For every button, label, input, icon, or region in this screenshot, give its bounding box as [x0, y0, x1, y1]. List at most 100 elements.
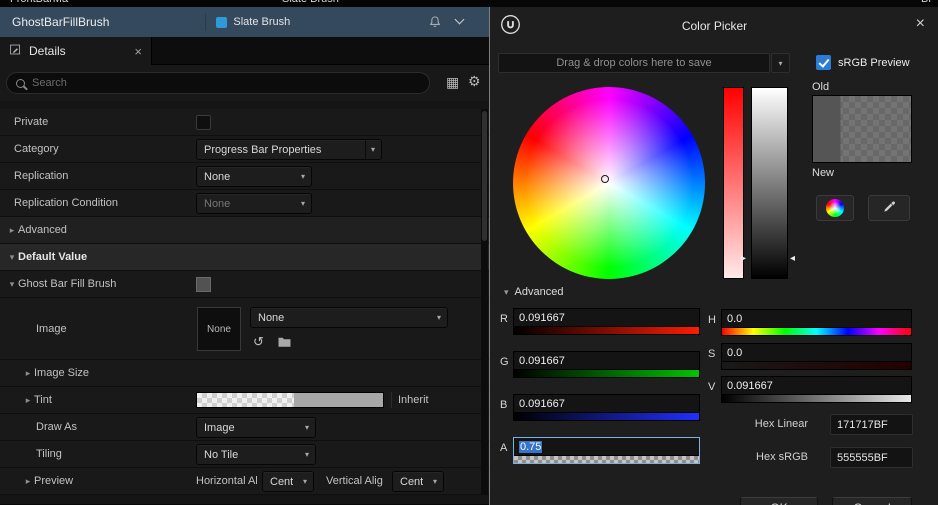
- chevron-down-icon[interactable]: ▾: [6, 279, 18, 290]
- channel-saturation-value: 0.0: [722, 344, 911, 362]
- channel-blue: B 0.091667: [500, 394, 700, 421]
- header-collapse-chevron-icon[interactable]: [454, 14, 465, 25]
- ok-button[interactable]: OK: [740, 497, 818, 505]
- ghost-bar-fill-brush-label: Ghost Bar Fill Brush: [18, 278, 117, 290]
- chevron-down-icon: ▾: [504, 286, 509, 297]
- unreal-editor-screenshot: FrontBarMa Slate Brush Br GhostBarFillBr…: [0, 0, 938, 505]
- search-box[interactable]: [6, 72, 430, 94]
- tint-label: Tint: [34, 394, 52, 406]
- value-gradient-strip[interactable]: [722, 395, 911, 402]
- close-tab-icon[interactable]: ×: [134, 44, 142, 59]
- row-default-value-section[interactable]: ▾ Default Value: [0, 244, 489, 271]
- saturation-gradient-strip[interactable]: [722, 362, 911, 369]
- hex-srgb-label: Hex sRGB: [756, 451, 808, 463]
- view-options-grid-icon[interactable]: ▦: [446, 74, 459, 91]
- green-gradient-strip[interactable]: [514, 370, 699, 377]
- drag-drop-colors-area[interactable]: Drag & drop colors here to save: [498, 53, 770, 73]
- channel-green-input[interactable]: 0.091667: [513, 351, 700, 378]
- saved-colors-chevron-button[interactable]: ▾: [771, 53, 790, 73]
- vertical-alignment-dropdown[interactable]: Cent ▾: [392, 471, 444, 492]
- red-gradient-strip[interactable]: [514, 327, 699, 334]
- vertical-scrollbar[interactable]: [481, 109, 488, 495]
- hex-linear-input[interactable]: 171717BF: [830, 414, 913, 435]
- cancel-button-label: Cancel: [853, 501, 890, 505]
- hue-gradient-strip[interactable]: [722, 328, 911, 335]
- channel-red-input[interactable]: 0.091667: [513, 308, 700, 335]
- category-dropdown[interactable]: Progress Bar Properties ▾: [196, 139, 382, 160]
- channel-saturation: S 0.0: [708, 343, 912, 370]
- channel-saturation-input[interactable]: 0.0: [721, 343, 912, 370]
- new-color-label: New: [812, 167, 835, 179]
- channel-alpha-input[interactable]: 0.75: [513, 437, 700, 464]
- value-slider-left-handle[interactable]: ▸: [741, 254, 746, 264]
- close-dialog-icon[interactable]: ×: [916, 15, 925, 33]
- channel-red-label: R: [500, 313, 508, 325]
- search-input[interactable]: [32, 77, 420, 89]
- object-type-label: Slate Brush: [233, 16, 291, 28]
- color-themes-button[interactable]: [816, 195, 854, 221]
- channel-green-value: 0.091667: [514, 352, 699, 370]
- cancel-button[interactable]: Cancel: [832, 497, 912, 505]
- chevron-down-icon: ▾: [302, 477, 307, 486]
- row-advanced-section[interactable]: ▸ Advanced: [0, 217, 489, 244]
- clipped-breadcrumb: FrontBarMa: [10, 0, 68, 5]
- alpha-gradient-strip[interactable]: [514, 456, 699, 463]
- chevron-right-icon[interactable]: ▸: [22, 368, 34, 379]
- brush-color-swatch[interactable]: [196, 277, 211, 292]
- inherit-label[interactable]: Inherit: [398, 394, 429, 406]
- property-list: Private Category Progress Bar Properties…: [0, 109, 489, 495]
- advanced-expander[interactable]: ▾ Advanced: [504, 286, 563, 298]
- image-asset-dropdown[interactable]: None ▾: [250, 307, 448, 328]
- header-divider: [205, 13, 207, 31]
- saturation-slider[interactable]: [723, 87, 744, 279]
- channel-green: G 0.091667: [500, 351, 700, 378]
- replication-dropdown[interactable]: None ▾: [196, 166, 312, 187]
- channel-red-value: 0.091667: [514, 309, 699, 327]
- draw-as-dropdown[interactable]: Image ▾: [196, 417, 316, 438]
- channel-blue-input[interactable]: 0.091667: [513, 394, 700, 421]
- dialog-title-bar[interactable]: Color Picker ×: [490, 7, 938, 45]
- chevron-right-icon[interactable]: ▸: [22, 395, 34, 406]
- vertical-alignment-value: Cent: [400, 475, 424, 488]
- srgb-preview-checkbox[interactable]: [816, 55, 831, 70]
- settings-gear-icon[interactable]: ⚙: [468, 73, 481, 90]
- image-thumbnail[interactable]: None: [197, 307, 241, 351]
- chevron-right-icon[interactable]: ▸: [22, 476, 34, 487]
- chevron-down-icon[interactable]: ▾: [6, 252, 18, 263]
- tab-details[interactable]: Details ×: [0, 37, 152, 65]
- channel-value-label: V: [708, 381, 716, 393]
- advanced-section-label: Advanced: [18, 224, 67, 236]
- value-slider-right-handle[interactable]: ◂: [790, 254, 795, 264]
- value-slider[interactable]: [751, 87, 788, 279]
- chevron-right-icon[interactable]: ▸: [6, 225, 18, 236]
- channel-value-value: 0.091667: [722, 377, 911, 395]
- old-color-swatch[interactable]: [812, 95, 912, 163]
- channel-alpha-value: 0.75: [519, 441, 543, 453]
- row-replication: Replication None ▾: [0, 163, 489, 190]
- color-wheel[interactable]: [513, 87, 705, 279]
- tint-color-bar[interactable]: [196, 392, 384, 408]
- channel-value-input[interactable]: 0.091667: [721, 376, 912, 403]
- dropdown-divider: [364, 140, 366, 159]
- browse-to-asset-icon[interactable]: [277, 336, 292, 350]
- notification-bell-icon[interactable]: [428, 15, 442, 32]
- eyedropper-button[interactable]: [868, 195, 910, 221]
- row-tint: ▸ Tint Inherit: [0, 387, 489, 414]
- chevron-down-icon: ▾: [436, 313, 441, 322]
- ok-button-label: OK: [770, 501, 787, 505]
- tiling-dropdown[interactable]: No Tile ▾: [196, 444, 316, 465]
- scrollbar-thumb[interactable]: [482, 111, 487, 241]
- use-selected-asset-icon[interactable]: ↺: [253, 335, 264, 348]
- channel-hue-value: 0.0: [722, 310, 911, 328]
- replication-condition-dropdown[interactable]: None ▾: [196, 193, 312, 214]
- chevron-down-icon: ▾: [300, 172, 305, 181]
- horizontal-alignment-dropdown[interactable]: Cent ▾: [262, 471, 314, 492]
- hex-srgb-input[interactable]: 555555BF: [830, 447, 913, 468]
- private-checkbox[interactable]: [196, 115, 211, 130]
- drag-drop-label: Drag & drop colors here to save: [556, 57, 712, 69]
- eyedropper-icon: [882, 199, 897, 217]
- tint-divider: [391, 392, 392, 408]
- selected-object-header[interactable]: GhostBarFillBrush Slate Brush: [0, 7, 489, 37]
- channel-hue-input[interactable]: 0.0: [721, 309, 912, 336]
- blue-gradient-strip[interactable]: [514, 413, 699, 420]
